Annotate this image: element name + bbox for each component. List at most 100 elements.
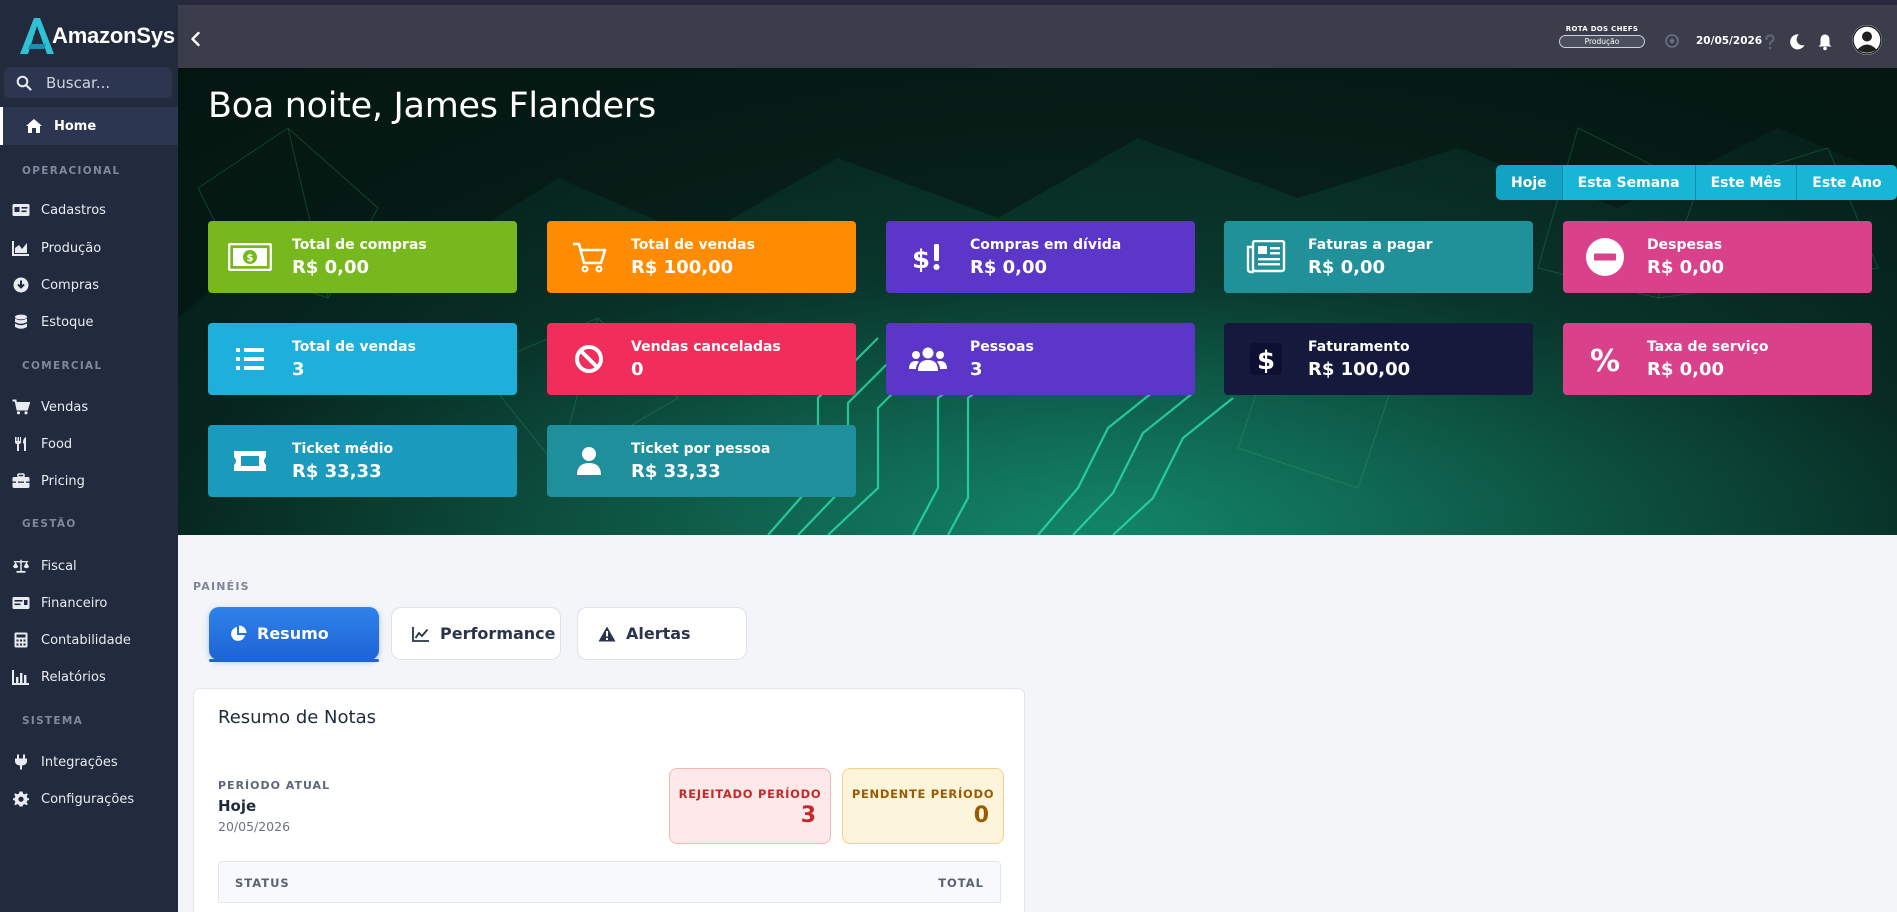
sidebar-item-label: Fiscal: [41, 558, 77, 574]
stat-card-despesas[interactable]: Despesas R$ 0,00: [1563, 221, 1872, 293]
stat-card-value: R$ 0,00: [1308, 256, 1386, 278]
stat-card-vendas-canceladas[interactable]: Vendas canceladas 0: [547, 323, 856, 395]
svg-text:$: $: [1257, 346, 1275, 376]
dollar-icon: $: [1250, 343, 1282, 376]
warning-triangle-icon: [598, 626, 616, 641]
sidebar-item-vendas[interactable]: Vendas: [0, 392, 178, 422]
users-icon: [909, 347, 947, 371]
user-avatar[interactable]: [1852, 25, 1882, 55]
current-period-value: Hoje: [218, 797, 257, 815]
sidebar-item-financeiro[interactable]: Financeiro: [0, 588, 178, 618]
sidebar-item-producao[interactable]: Produção: [0, 233, 178, 263]
stat-card-total-vendas-quantidade[interactable]: Total de vendas 3: [208, 323, 517, 395]
tab-resumo[interactable]: Resumo: [209, 607, 379, 662]
money-check-icon: [12, 597, 30, 609]
current-date: 20/05/2026: [1696, 35, 1763, 47]
sidebar-item-relatorios[interactable]: Relatórios: [0, 662, 178, 692]
stat-card-title: Faturamento: [1308, 338, 1410, 355]
utensils-icon: [15, 437, 26, 451]
sidebar-item-compras[interactable]: Compras: [0, 270, 178, 300]
percent-icon: %: [1590, 344, 1620, 375]
store-selector[interactable]: ROTA DOS CHEFS Produção: [1559, 25, 1645, 48]
period-button-hoje[interactable]: Hoje: [1496, 165, 1563, 200]
section-title-comercial: COMERCIAL: [22, 360, 103, 372]
column-header-status: STATUS: [235, 876, 290, 890]
period-button-este-mes[interactable]: Este Mês: [1695, 165, 1798, 200]
tab-alertas[interactable]: Alertas: [577, 607, 747, 660]
pending-period-box[interactable]: PENDENTE PERÍODO 0: [842, 768, 1004, 844]
bell-icon[interactable]: [1816, 33, 1834, 51]
plug-icon: [15, 754, 27, 770]
stat-card-value: R$ 33,33: [631, 460, 721, 482]
sidebar-item-fiscal[interactable]: Fiscal: [0, 551, 178, 581]
stat-card-title: Ticket por pessoa: [631, 440, 771, 457]
section-title-operacional: OPERACIONAL: [22, 165, 121, 177]
stat-card-compras-divida[interactable]: $ Compras em dívida R$ 0,00: [886, 221, 1195, 293]
sidebar-item-integracoes[interactable]: Integrações: [0, 747, 178, 777]
period-button-este-ano[interactable]: Este Ano: [1797, 165, 1897, 200]
topbar: ROTA DOS CHEFS Produção 20/05/2026: [178, 0, 1897, 68]
stat-card-value: 0: [631, 358, 644, 380]
sidebar-search[interactable]: [4, 67, 172, 98]
stat-card-title: Ticket médio: [292, 440, 394, 457]
period-button-esta-semana[interactable]: Esta Semana: [1562, 165, 1696, 200]
sidebar-item-configuracoes[interactable]: Configurações: [0, 784, 178, 814]
search-input[interactable]: [46, 73, 156, 92]
pending-period-value: 0: [973, 803, 989, 828]
stat-card-value: R$ 0,00: [1647, 256, 1725, 278]
stat-card-value: R$ 100,00: [1308, 358, 1411, 380]
stat-card-title: Taxa de serviço: [1647, 338, 1769, 355]
pending-period-label: PENDENTE PERÍODO: [851, 787, 995, 801]
sidebar-item-cadastros[interactable]: Cadastros: [0, 195, 178, 225]
info-circle-icon[interactable]: [1665, 34, 1679, 48]
stat-card-value: R$ 33,33: [292, 460, 382, 482]
chevron-left-icon[interactable]: [186, 29, 206, 49]
search-icon: [16, 75, 32, 91]
sidebar-item-label: Relatórios: [41, 669, 106, 685]
stat-card-total-compras[interactable]: $ Total de compras R$ 0,00: [208, 221, 517, 293]
tab-performance[interactable]: Performance: [391, 607, 561, 660]
id-card-icon: [12, 204, 30, 216]
sidebar-item-label: Integrações: [41, 754, 118, 770]
stat-card-faturas-pagar[interactable]: Faturas a pagar R$ 0,00: [1224, 221, 1533, 293]
panels-section-label: PAINÉIS: [193, 580, 250, 593]
stat-card-pessoas[interactable]: Pessoas 3: [886, 323, 1195, 395]
bar-chart-icon: [12, 670, 29, 685]
gear-icon: [13, 791, 29, 807]
sidebar-item-estoque[interactable]: Estoque: [0, 307, 178, 337]
app-logo[interactable]: AmazonSys: [16, 14, 175, 58]
tab-label: Resumo: [257, 624, 329, 643]
tab-label: Performance: [440, 624, 556, 643]
sidebar-item-food[interactable]: Food: [0, 429, 178, 459]
stat-card-taxa-servico[interactable]: % Taxa de serviço R$ 0,00: [1563, 323, 1872, 395]
section-title-sistema: SISTEMA: [22, 715, 84, 727]
help-icon[interactable]: [1761, 33, 1779, 51]
dashboard-hero: Boa noite, James Flanders Hoje Esta Sema…: [178, 68, 1897, 535]
stat-card-title: Total de vendas: [292, 338, 416, 355]
sidebar-item-label: Contabilidade: [41, 632, 131, 648]
sidebar-item-pricing[interactable]: Pricing: [0, 466, 178, 496]
stat-card-ticket-pessoa[interactable]: Ticket por pessoa R$ 33,33: [547, 425, 856, 497]
sidebar-item-label: Produção: [41, 240, 102, 256]
stat-card-total-vendas-valor[interactable]: Total de vendas R$ 100,00: [547, 221, 856, 293]
column-header-total: TOTAL: [938, 876, 984, 890]
stat-card-value: 3: [292, 358, 305, 380]
moon-icon[interactable]: [1788, 33, 1806, 51]
rejected-period-box[interactable]: REJEITADO PERÍODO 3: [669, 768, 831, 844]
sidebar-item-label: Food: [41, 436, 73, 452]
calculator-icon: [14, 632, 28, 648]
svg-text:$: $: [912, 245, 930, 273]
ticket-icon: [234, 451, 266, 471]
sidebar-item-label: Compras: [41, 277, 100, 293]
sidebar-item-label: Home: [54, 118, 97, 134]
store-environment-badge: Produção: [1559, 35, 1645, 48]
sidebar-item-contabilidade[interactable]: Contabilidade: [0, 625, 178, 655]
stat-card-ticket-medio[interactable]: Ticket médio R$ 33,33: [208, 425, 517, 497]
logo-mark-icon: [20, 18, 54, 54]
stat-card-value: R$ 0,00: [292, 256, 370, 278]
sidebar-item-home[interactable]: Home: [0, 107, 178, 145]
area-chart-icon: [12, 241, 29, 256]
database-icon: [15, 314, 27, 329]
stat-card-faturamento[interactable]: $ Faturamento R$ 100,00: [1224, 323, 1533, 395]
sidebar: AmazonSys Home OPERACIONAL Cadastros Pro…: [0, 0, 178, 912]
